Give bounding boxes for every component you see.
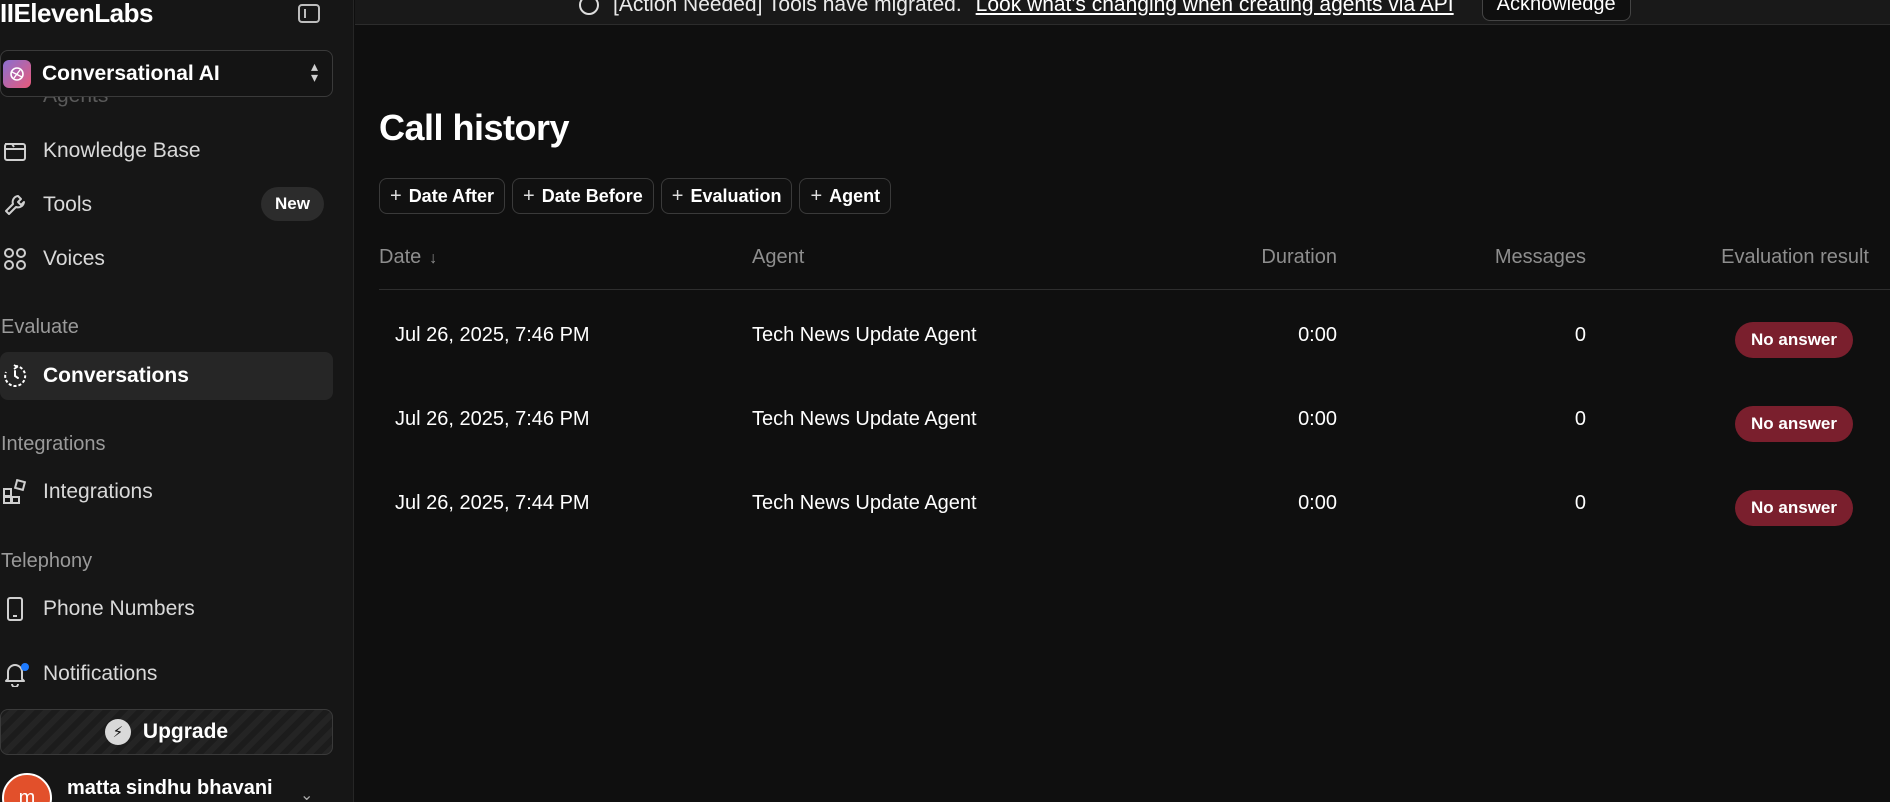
table-row[interactable]: Jul 26, 2025, 7:44 PM Tech News Update A… [379, 458, 1890, 542]
sidebar-item-label: Notifications [43, 662, 158, 685]
sidebar-item-voices[interactable]: Voices [0, 235, 333, 283]
workspace-switcher[interactable]: Conversational AI ▴ ▾ [0, 50, 333, 97]
cell-date: Jul 26, 2025, 7:44 PM [395, 492, 590, 514]
avatar: m [2, 773, 52, 802]
cell-duration: 0:00 [1298, 324, 1337, 346]
cell-agent: Tech News Update Agent [752, 492, 977, 514]
user-menu[interactable]: m matta sindhu bhavani ⌄ [0, 773, 333, 802]
filter-label: Agent [829, 185, 881, 206]
plus-icon: + [390, 184, 402, 207]
status-badge: No answer [1735, 322, 1853, 358]
cell-messages: 0 [1574, 324, 1586, 346]
upgrade-button[interactable]: ⚡ Upgrade [0, 709, 333, 755]
cell-messages: 0 [1574, 492, 1586, 514]
column-header-evaluation: Evaluation result [1721, 246, 1869, 268]
sidebar-item-label: Integrations [43, 480, 153, 503]
announcement-banner: [Action Needed] Tools have migrated. Loo… [355, 0, 1890, 25]
column-label: Date [379, 246, 422, 268]
sidebar: IIElevenLabs Agents Conversational AI ▴▾… [0, 0, 354, 802]
upgrade-label: Upgrade [142, 720, 229, 743]
info-icon [579, 0, 599, 15]
filter-date-after-button[interactable]: + Date After [379, 178, 506, 214]
folder-icon [0, 136, 30, 166]
plus-icon: + [671, 184, 684, 207]
status-badge: No answer [1735, 490, 1853, 526]
chevron-updown-icon: ▴ ▾ [310, 58, 318, 85]
banner-text: [Action Needed] Tools have migrated. [613, 0, 962, 16]
sidebar-item-label: Tools [43, 193, 93, 216]
filter-date-before-button[interactable]: + Date Before [512, 178, 654, 214]
sidebar-item-label: Knowledge Base [43, 139, 201, 162]
arrow-down-icon: ↓ [429, 250, 438, 267]
sidebar-item-label: Conversations [43, 364, 189, 387]
bolt-icon: ⚡ [104, 719, 131, 745]
sidebar-item-conversations[interactable]: Conversations [0, 352, 333, 400]
sidebar-item-knowledge-base[interactable]: Knowledge Base [0, 127, 333, 175]
section-label-integrations: Integrations [1, 433, 106, 455]
filter-bar: + Date After + Date Before + Evaluation … [379, 178, 892, 214]
column-header-duration: Duration [1261, 246, 1337, 268]
main-content: [Action Needed] Tools have migrated. Loo… [355, 0, 1890, 802]
workspace-logo-icon [3, 59, 31, 88]
section-label-telephony: Telephony [1, 550, 93, 572]
page-title: Call history [379, 107, 570, 148]
cell-date: Jul 26, 2025, 7:46 PM [395, 408, 590, 430]
user-name: matta sindhu bhavani [67, 777, 273, 799]
cell-date: Jul 26, 2025, 7:46 PM [395, 324, 590, 346]
column-header-messages: Messages [1494, 246, 1586, 268]
sidebar-item-label: Phone Numbers [43, 597, 195, 620]
call-history-table: Date ↓ Agent Duration Messages Evaluation… [379, 236, 1890, 542]
sidebar-item-tools[interactable]: Tools New [0, 181, 333, 229]
phone-icon [0, 594, 30, 624]
filter-label: Evaluation [690, 185, 782, 206]
section-label-evaluate: Evaluate [1, 316, 79, 338]
cell-duration: 0:00 [1298, 492, 1337, 514]
banner-link[interactable]: Look what's changing when creating agent… [976, 0, 1454, 17]
cell-agent: Tech News Update Agent [752, 408, 977, 430]
plus-icon: + [523, 184, 535, 207]
notification-dot [21, 663, 29, 671]
cell-duration: 0:00 [1298, 408, 1337, 430]
table-header: Date ↓ Agent Duration Messages Evaluation… [379, 236, 1890, 290]
integrations-icon [0, 477, 30, 507]
chevron-down-icon: ⌄ [300, 787, 314, 802]
plus-icon: + [810, 184, 823, 207]
sidebar-item-label: Voices [43, 247, 105, 270]
status-badge: No answer [1735, 406, 1853, 442]
column-header-agent: Agent [752, 246, 805, 268]
filter-agent-button[interactable]: + Agent [799, 178, 892, 214]
filter-evaluation-button[interactable]: + Evaluation [660, 178, 793, 214]
table-row[interactable]: Jul 26, 2025, 7:46 PM Tech News Update A… [379, 290, 1890, 374]
logo[interactable]: IIElevenLabs [0, 0, 153, 29]
sidebar-toggle-icon[interactable] [298, 4, 320, 23]
sidebar-item-phone-numbers[interactable]: Phone Numbers [0, 585, 333, 633]
sidebar-item-notifications[interactable]: Notifications [0, 650, 333, 698]
column-header-date[interactable]: Date ↓ [379, 246, 437, 269]
wrench-icon [0, 190, 30, 220]
table-row[interactable]: Jul 26, 2025, 7:46 PM Tech News Update A… [379, 374, 1890, 458]
workspace-label: Conversational AI [42, 61, 220, 85]
filter-label: Date After [408, 185, 495, 206]
sidebar-item-integrations[interactable]: Integrations [0, 468, 333, 516]
filter-label: Date Before [541, 185, 643, 206]
app: IIElevenLabs Agents Conversational AI ▴▾… [0, 0, 1890, 802]
voices-icon [0, 244, 30, 274]
bell-icon [0, 659, 30, 689]
history-icon [0, 361, 30, 391]
acknowledge-button[interactable]: Acknowledge [1481, 0, 1631, 21]
new-badge: New [261, 187, 324, 221]
cell-messages: 0 [1574, 408, 1586, 430]
cell-agent: Tech News Update Agent [752, 324, 977, 346]
